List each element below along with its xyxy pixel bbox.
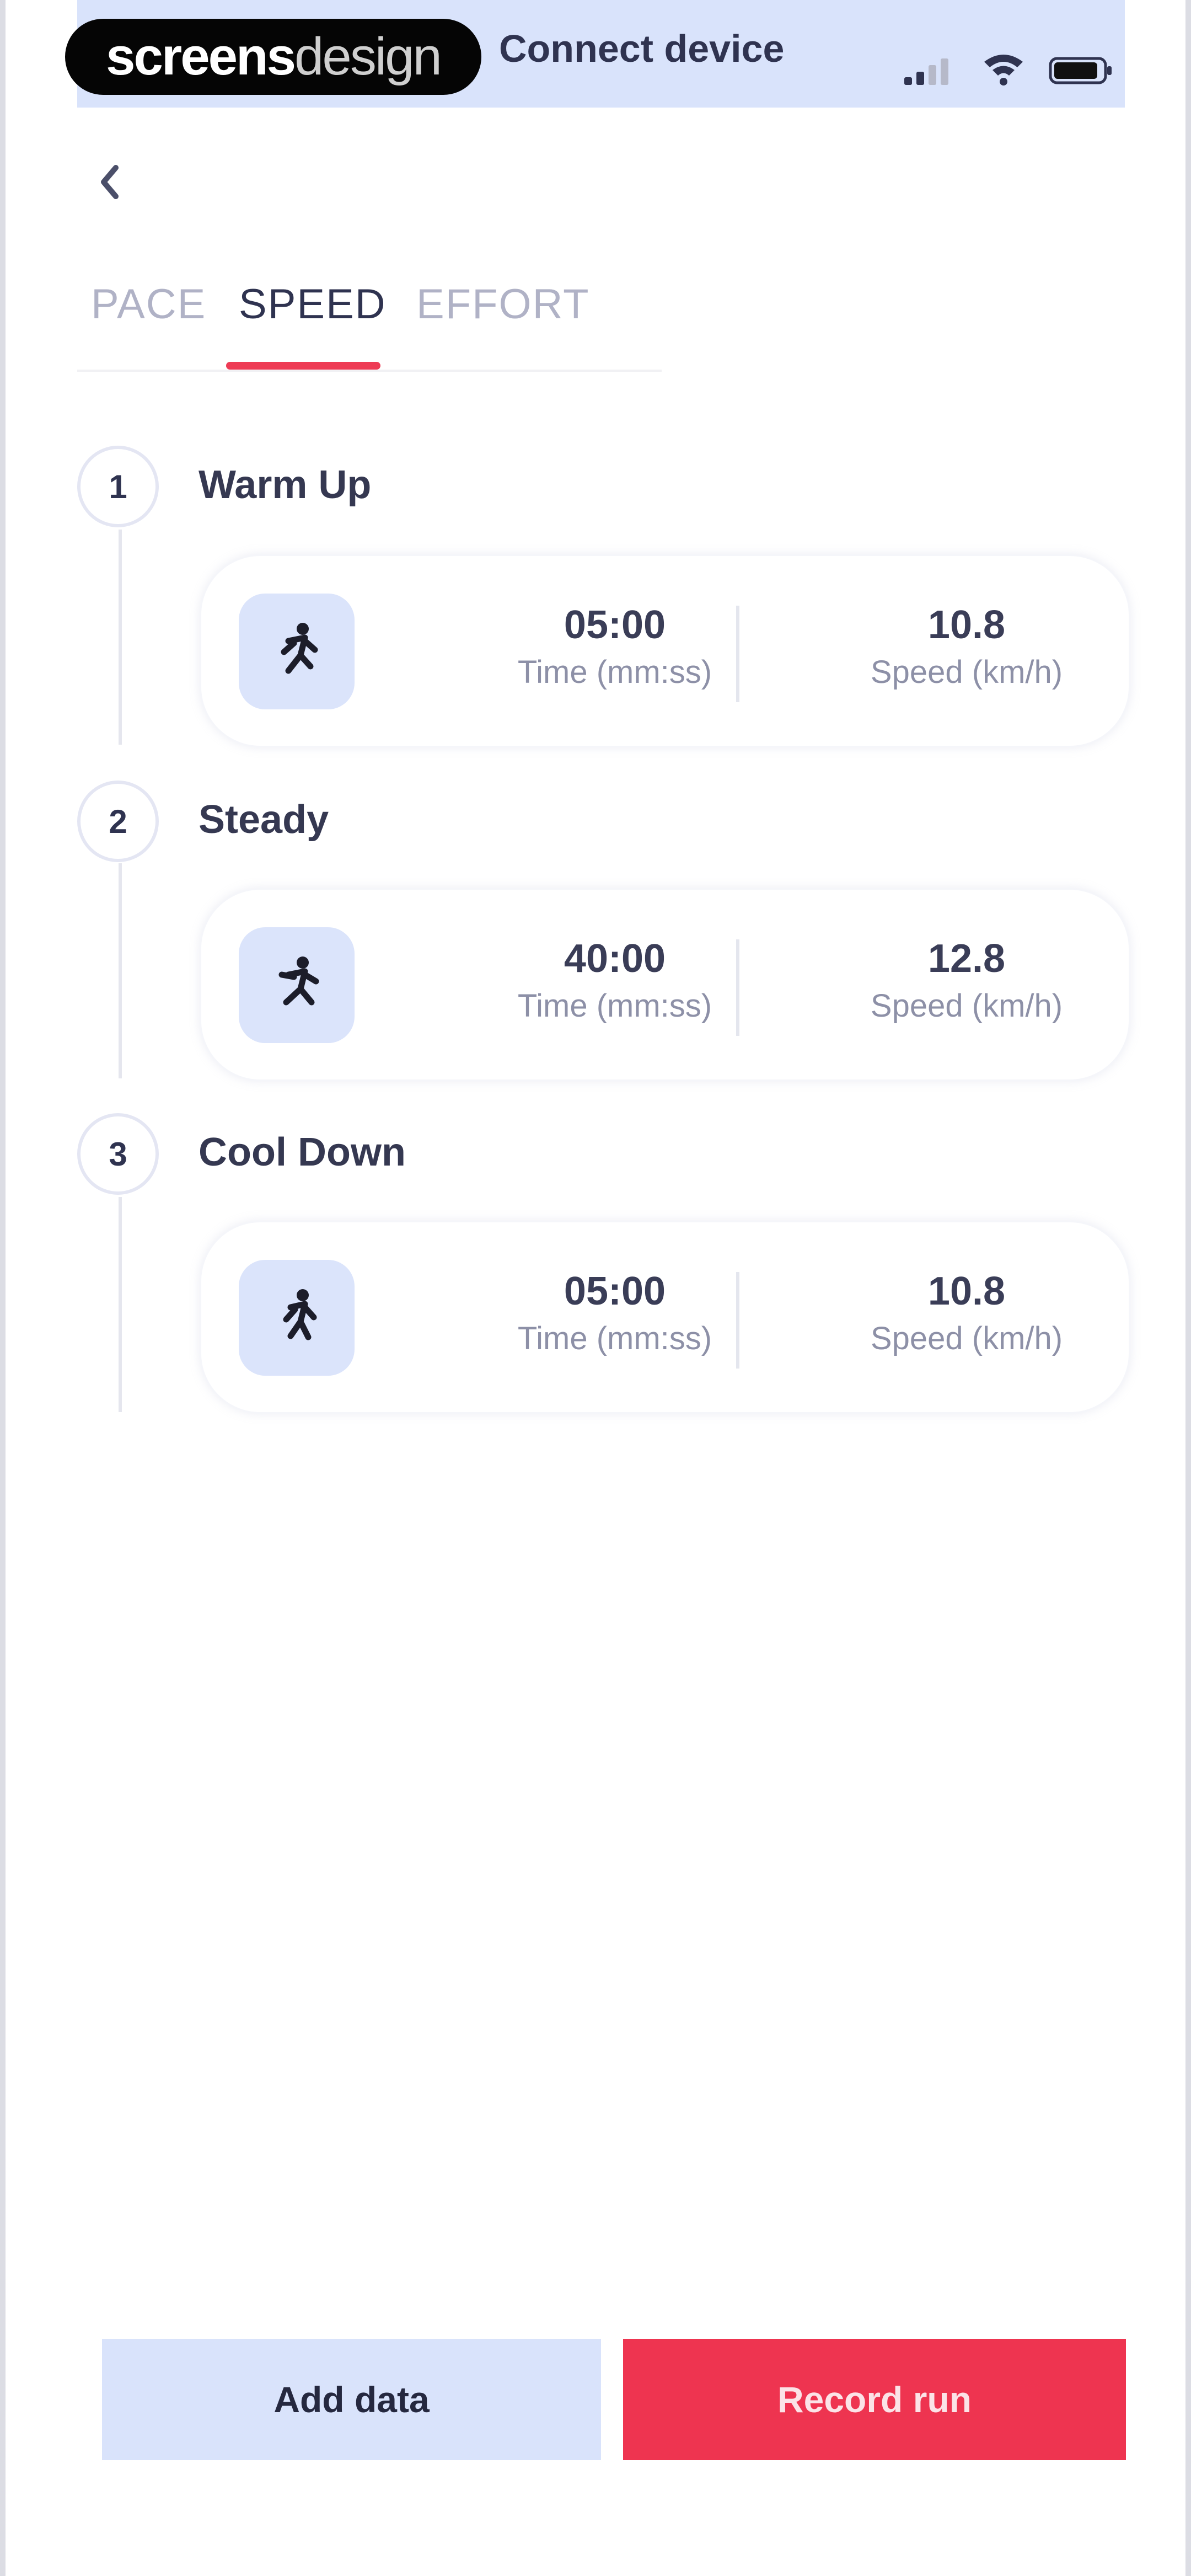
step-title: Cool Down (198, 1130, 406, 1174)
record-run-button[interactable]: Record run (623, 2339, 1126, 2460)
time-metric: 05:00 Time (mm:ss) (471, 1266, 758, 1361)
time-value: 05:00 (564, 1269, 666, 1313)
time-metric: 05:00 Time (mm:ss) (471, 600, 758, 695)
runner-icon (283, 1289, 317, 1340)
step-card[interactable]: 05:00 Time (mm:ss) 10.8 Speed (km/h) (200, 1221, 1130, 1414)
step-number: 2 (77, 781, 159, 862)
run-badge (239, 1260, 355, 1376)
status-title: Connect device (499, 27, 785, 70)
signal-icon (904, 58, 948, 85)
timeline-connector (119, 1197, 122, 1412)
metric-divider (736, 1272, 739, 1369)
time-value: 05:00 (564, 603, 666, 647)
run-badge (239, 927, 355, 1043)
speed-value: 12.8 (927, 937, 1006, 981)
runner-icon (281, 623, 318, 674)
speed-label: Speed (km/h) (870, 1321, 1063, 1356)
step-title: Warm Up (198, 463, 372, 507)
time-value: 40:00 (564, 937, 666, 981)
status-icons (904, 51, 1125, 89)
brand-logo: screens design (65, 19, 481, 95)
step-card[interactable]: 05:00 Time (mm:ss) 10.8 Speed (km/h) (200, 554, 1130, 747)
time-label: Time (mm:ss) (517, 1321, 712, 1356)
timeline-connector (119, 863, 122, 1078)
battery-icon (1049, 57, 1112, 84)
tab-speed[interactable]: SPEED (239, 280, 387, 357)
runner-icon (278, 956, 319, 1006)
speed-label: Speed (km/h) (870, 988, 1063, 1024)
speed-metric: 12.8 Speed (km/h) (823, 934, 1110, 1029)
brand-text-bold: screens (106, 27, 296, 86)
back-button[interactable] (88, 160, 132, 204)
step-title: Steady (198, 798, 329, 842)
brand-text-light: design (294, 27, 442, 86)
step-number: 3 (77, 1113, 159, 1195)
time-label: Time (mm:ss) (517, 654, 712, 690)
time-label: Time (mm:ss) (517, 988, 712, 1024)
tab-bar: PACE SPEED EFFORT (77, 259, 662, 372)
speed-metric: 10.8 Speed (km/h) (823, 1266, 1110, 1361)
step-number: 1 (77, 446, 159, 527)
add-data-button[interactable]: Add data (102, 2339, 601, 2460)
active-tab-indicator (226, 362, 380, 370)
run-badge (239, 594, 355, 709)
speed-value: 10.8 (927, 1269, 1006, 1313)
speed-label: Speed (km/h) (870, 654, 1063, 690)
speed-value: 10.8 (927, 603, 1006, 647)
screen: screens design Connect device PACE SPEED… (0, 0, 1191, 2576)
metric-divider (736, 606, 739, 702)
chevron-left-icon (101, 165, 119, 199)
timeline-connector (119, 530, 122, 745)
tab-effort[interactable]: EFFORT (416, 280, 590, 357)
wifi-icon (984, 55, 1023, 85)
metric-divider (736, 939, 739, 1036)
step-card[interactable]: 40:00 Time (mm:ss) 12.8 Speed (km/h) (200, 888, 1130, 1081)
tab-pace[interactable]: PACE (91, 280, 206, 357)
speed-metric: 10.8 Speed (km/h) (823, 600, 1110, 695)
time-metric: 40:00 Time (mm:ss) (471, 934, 758, 1029)
